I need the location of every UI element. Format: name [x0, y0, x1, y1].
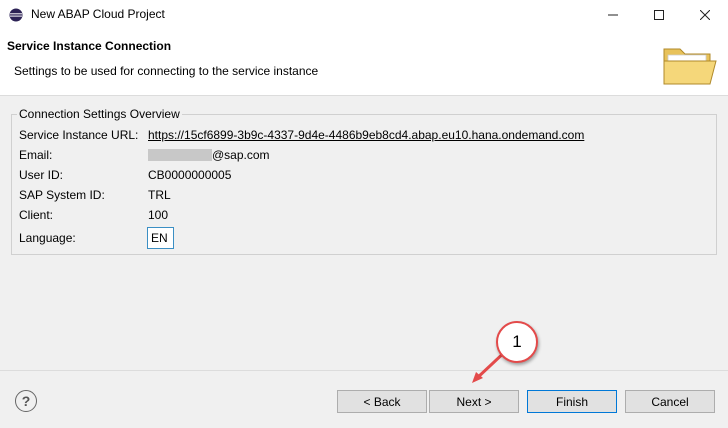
step-callout: 1: [496, 321, 538, 363]
folder-icon: [663, 48, 717, 85]
user-id-label: User ID:: [19, 168, 64, 182]
group-legend: Connection Settings Overview: [17, 107, 182, 121]
help-icon[interactable]: ?: [15, 390, 37, 412]
title-bar: New ABAP Cloud Project: [0, 0, 728, 30]
cancel-button[interactable]: Cancel: [625, 390, 715, 413]
page-description: Settings to be used for connecting to th…: [14, 64, 319, 78]
email-value-wrap: @sap.com: [148, 148, 270, 162]
page-title: Service Instance Connection: [7, 39, 172, 53]
eclipse-icon: [9, 8, 23, 22]
back-button[interactable]: < Back: [337, 390, 427, 413]
content-area: Connection Settings Overview Service Ins…: [0, 97, 728, 370]
service-url-label: Service Instance URL:: [19, 128, 139, 142]
user-id-value: CB0000000005: [148, 168, 232, 182]
client-label: Client:: [19, 208, 54, 222]
client-value: 100: [148, 208, 169, 222]
system-id-value: TRL: [148, 188, 171, 202]
system-id-label: SAP System ID:: [19, 188, 105, 202]
next-button[interactable]: Next >: [429, 390, 519, 413]
language-label: Language:: [19, 231, 76, 245]
service-url-link[interactable]: https://15cf6899-3b9c-4337-9d4e-4486b9eb…: [148, 128, 584, 142]
minimize-icon: [608, 14, 618, 16]
maximize-icon: [654, 10, 664, 20]
language-field[interactable]: EN: [147, 227, 174, 249]
redacted-block: [148, 149, 212, 161]
wizard-header: Service Instance Connection Settings to …: [0, 30, 728, 96]
window-title: New ABAP Cloud Project: [31, 7, 165, 21]
close-button[interactable]: [682, 0, 728, 30]
connection-settings-group: Connection Settings Overview Service Ins…: [11, 107, 717, 255]
minimize-button[interactable]: [590, 0, 636, 30]
footer-separator: [0, 370, 728, 371]
email-value: @sap.com: [212, 148, 270, 162]
email-label: Email:: [19, 148, 53, 162]
finish-button[interactable]: Finish: [527, 390, 617, 413]
close-icon: [700, 10, 710, 20]
maximize-button[interactable]: [636, 0, 682, 30]
